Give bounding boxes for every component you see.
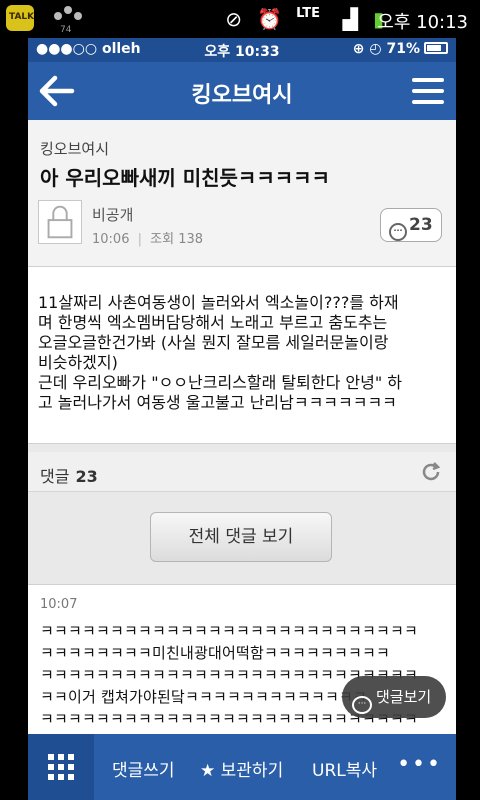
nav-title: 킹오브여시 (191, 83, 293, 108)
alarm-icon: ⏰ (257, 7, 282, 31)
comments-label: 댓글 23 (40, 467, 98, 486)
save-button[interactable]: ★ 보관하기 (200, 756, 283, 781)
grid-menu-icon[interactable] (28, 734, 94, 800)
post-meta: 10:06 | 조회 138 (92, 232, 204, 247)
refresh-icon[interactable] (420, 461, 442, 483)
bottom-toolbar: 댓글쓰기 ★ 보관하기 URL복사 ••• (28, 734, 456, 800)
post-views: 조회 138 (150, 232, 204, 247)
author-name: 비공개 (92, 206, 134, 224)
star-icon: ★ (200, 761, 216, 781)
android-clock: 오후 10:13 (377, 12, 468, 33)
comment-time: 10:07 (40, 597, 78, 612)
floating-comments-button[interactable]: ··· 댓글보기 (342, 676, 446, 718)
battery-icon (424, 42, 448, 54)
copy-url-button[interactable]: URL복사 (312, 756, 377, 781)
view-all-comments-button[interactable]: 전체 댓글 보기 (150, 512, 332, 562)
comment-line: ㅋㅋㅋㅋㅋㅋㅋㅋㅋㅋㅋㅋㅋㅋㅋㅋㅋㅋㅋㅋㅋㅋㅋㅋㅋㅋㅋ (40, 622, 419, 640)
comments-count: 23 (75, 467, 98, 486)
cafe-name[interactable]: 킹오브여시 (40, 138, 109, 159)
ios-status-bar: ●●●○○ olleh 오후 10:33 ⊕ ◴ 71% (28, 38, 456, 62)
network-type: LTE (296, 6, 320, 21)
comment-line: ㅋㅋㅋㅋㅋㅋㅋㅋ미친내광대어떡함ㅋㅋㅋㅋㅋㅋㅋㅋㅋ (40, 644, 391, 662)
signal-icon: ▟ (342, 7, 358, 31)
kakaotalk-icon: TALK (6, 5, 34, 31)
android-status-bar: TALK 74 ⊘ ⏰ LTE ▟ ▮ 오후 10:13 (0, 0, 480, 38)
post-time: 10:06 (92, 232, 130, 247)
nav-bar: 킹오브여시 (28, 62, 456, 120)
battery-status: ⊕ ◴ 71% (353, 41, 448, 57)
mute-icon: ⊘ (225, 7, 242, 31)
post-title: 아 우리오빠새끼 미친듯ㅋㅋㅋㅋㅋ (40, 166, 330, 190)
hamburger-menu-icon[interactable] (412, 78, 444, 104)
more-options-icon[interactable]: ••• (397, 752, 442, 777)
comment-count: 23 (409, 215, 433, 235)
post-body: 11살짜리 사촌여동생이 놀러와서 엑소놀이???를 하재 며 한명씩 엑소멤버… (28, 266, 456, 444)
svg-text:74: 74 (60, 25, 72, 34)
comments-header: 댓글 23 (28, 452, 456, 492)
comment-bubble-icon: ··· (352, 696, 372, 714)
comment-count-button[interactable]: ··· 23 (380, 208, 442, 242)
screenshot-frame: ●●●○○ olleh 오후 10:33 ⊕ ◴ 71% 킹오브여시 킹오브여시… (28, 38, 456, 800)
notification-icon: 74 (54, 6, 82, 34)
write-comment-button[interactable]: 댓글쓰기 (112, 756, 175, 781)
lock-avatar-icon (38, 200, 82, 244)
battery-percent: 71% (386, 41, 420, 57)
post-body-text: 11살짜리 사촌여동생이 놀러와서 엑소놀이???를 하재 며 한명씩 엑소멤버… (38, 293, 402, 412)
lock-icon: ⊕ ◴ (352, 41, 387, 57)
comment-bubble-icon: ··· (389, 223, 407, 241)
